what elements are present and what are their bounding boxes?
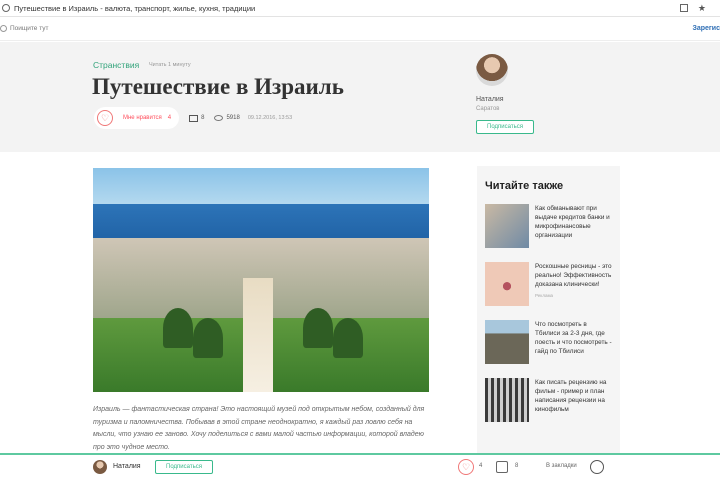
article-actions: ♡ Мне нравится 4 8 5918 09.12.2016, 13:5… xyxy=(94,107,292,129)
publish-date: 09.12.2016, 13:53 xyxy=(247,115,293,121)
related-title[interactable]: Что посмотреть в Тбилиси за 2-3 дня, где… xyxy=(535,320,612,364)
heart-icon[interactable]: ♡ xyxy=(458,459,474,475)
like-label: Мне нравится xyxy=(123,115,162,121)
ad-label: Реклама xyxy=(535,293,554,298)
page-title: Путешествие в Израиль xyxy=(92,74,344,99)
like-count: 4 xyxy=(479,463,483,469)
comment-count: 8 xyxy=(201,115,205,121)
bookmark-icon[interactable] xyxy=(590,460,604,474)
related-item[interactable]: Что посмотреть в Тбилиси за 2-3 дня, где… xyxy=(485,320,612,364)
related-thumbnail[interactable] xyxy=(485,320,529,364)
like-count: 4 xyxy=(167,115,172,121)
related-item[interactable]: Роскошные ресницы - это реально! Эффекти… xyxy=(485,262,612,306)
related-sidebar: Читайте также Как обманывают при выдаче … xyxy=(477,166,620,456)
related-item[interactable]: Как обманывают при выдаче кредитов банки… xyxy=(485,204,612,248)
like-button[interactable]: ♡ Мне нравится 4 xyxy=(94,107,180,129)
browser-address-bar[interactable]: Путешествие в Израиль - валюта, транспор… xyxy=(0,0,720,17)
related-title[interactable]: Как писать рецензию на фильм - пример и … xyxy=(535,378,612,422)
article-body: Израиль — фантастическая страна! Это нас… xyxy=(93,406,425,451)
avatar[interactable] xyxy=(93,460,107,474)
page-action-icon[interactable] xyxy=(679,4,688,12)
author-city: Саратов xyxy=(476,106,500,112)
read-time: Читать 1 минуту xyxy=(149,62,191,68)
site-header: Поищите тут Зарегис xyxy=(0,17,720,41)
search-input[interactable]: Поищите тут xyxy=(10,25,49,32)
views-stat: 5918 xyxy=(214,115,240,121)
related-item[interactable]: Как писать рецензию на фильм - пример и … xyxy=(485,378,612,422)
search-icon[interactable] xyxy=(0,25,7,32)
related-title[interactable]: Роскошные ресницы - это реально! Эффекти… xyxy=(535,262,612,289)
category-link[interactable]: Странствия xyxy=(93,60,139,70)
related-thumbnail[interactable] xyxy=(485,262,529,306)
sticky-bottom-bar: Наталия Подписаться ♡ 4 8 В закладки xyxy=(0,453,720,480)
author-name[interactable]: Наталия xyxy=(476,96,546,103)
subscribe-button[interactable]: Подписаться xyxy=(476,120,534,134)
subscribe-button[interactable]: Подписаться xyxy=(155,460,213,474)
bookmark-star-icon[interactable]: ★ xyxy=(698,3,706,13)
avatar[interactable] xyxy=(476,54,508,86)
author-card: Наталия Саратов Подписаться xyxy=(476,54,546,134)
address-field[interactable]: Путешествие в Израиль - валюта, транспор… xyxy=(14,4,680,13)
eye-icon xyxy=(214,115,224,121)
register-link[interactable]: Зарегис xyxy=(692,25,720,32)
related-title[interactable]: Как обманывают при выдаче кредитов банки… xyxy=(535,204,612,248)
view-count: 5918 xyxy=(226,115,240,121)
sidebar-heading: Читайте также xyxy=(485,180,564,192)
browser-actions: ★ xyxy=(679,3,706,13)
related-thumbnail[interactable] xyxy=(485,204,529,248)
related-thumbnail[interactable] xyxy=(485,378,529,422)
comment-count: 8 xyxy=(515,463,519,469)
author-name[interactable]: Наталия xyxy=(113,463,141,470)
heart-icon: ♡ xyxy=(97,110,113,126)
article-hero: Странствия Читать 1 минуту Путешествие в… xyxy=(0,42,720,152)
comment-icon xyxy=(189,114,199,122)
bookmark-link[interactable]: В закладки xyxy=(546,463,577,469)
comment-icon[interactable] xyxy=(496,461,508,473)
comments-stat[interactable]: 8 xyxy=(189,114,205,122)
article-image xyxy=(93,168,429,392)
page-info-icon[interactable] xyxy=(2,4,10,12)
